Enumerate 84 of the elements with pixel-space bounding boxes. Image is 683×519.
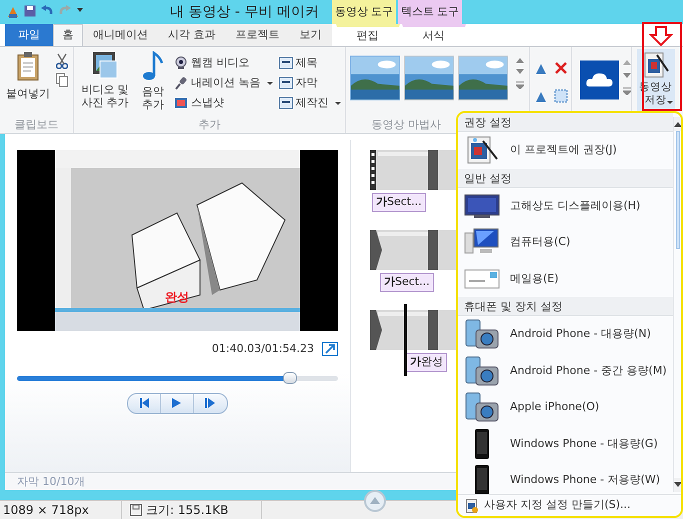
ribbon-button[interactable]: 자막 (278, 73, 340, 93)
previous-frame-icon (137, 397, 151, 409)
webcam-icon (174, 56, 188, 70)
menu-item[interactable]: 메일용(E) (458, 260, 673, 297)
ribbon-tab[interactable]: 프로젝트 (226, 24, 290, 46)
envelope-icon (464, 268, 500, 290)
scroll-down-button[interactable] (674, 478, 681, 492)
menu-section-header: 권장 설정 (458, 113, 673, 132)
snapshot-icon (174, 96, 188, 110)
subtitle-text: 완성 (165, 290, 189, 304)
phone-camera-icon (464, 318, 500, 350)
scroll-down-icon[interactable] (516, 69, 524, 75)
clip-caption[interactable]: 가완성 (406, 353, 447, 372)
file-tab[interactable]: 파일 (5, 24, 53, 46)
ribbon-button[interactable]: 내레이션 녹음 (174, 73, 272, 93)
clip-caption[interactable]: 가Sect... (372, 193, 426, 212)
menu-section-header: 일반 설정 (458, 168, 673, 188)
more-icon[interactable] (622, 87, 630, 95)
app-icon[interactable] (6, 5, 20, 19)
group-label: 클립보드 (14, 117, 58, 133)
scroll-thumb[interactable] (676, 131, 680, 249)
microphone-icon (174, 76, 188, 90)
scroll-up-icon (674, 121, 681, 127)
remove-icon[interactable] (554, 61, 568, 75)
menu-item[interactable]: Apple iPhone(O) (458, 389, 673, 426)
text-clip-icon (278, 77, 292, 89)
menu-item[interactable]: Windows Phone - 대용량(G) (458, 426, 673, 462)
phone-camera-icon (464, 391, 500, 424)
smartphone-icon (475, 465, 489, 496)
add-videos-photos-button[interactable]: 비디오 및 사진 추가 (78, 51, 132, 117)
ribbon-tab[interactable]: 홈 (53, 24, 83, 46)
ribbon-button[interactable]: 웹캠 비디오 (174, 53, 272, 73)
group-label: 동영상 마법사 (372, 117, 441, 133)
menu-item[interactable]: 컴퓨터용(C) (458, 224, 673, 260)
music-note-icon (142, 51, 164, 81)
scroll-down-icon[interactable] (622, 73, 630, 79)
ribbon-tab[interactable]: 보기 (290, 24, 332, 46)
menu-item[interactable]: Android Phone - 대용량(N) (458, 316, 673, 352)
menu-scrollbar[interactable] (672, 117, 681, 492)
fullscreen-icon[interactable] (322, 342, 338, 356)
next-frame-icon (204, 397, 218, 409)
menu-item[interactable]: 이 프로젝트에 권장(J) (458, 132, 673, 168)
scroll-up-button[interactable] (674, 117, 681, 131)
custom-settings-icon (466, 498, 478, 512)
smartphone-icon (475, 428, 489, 459)
ribbon-button[interactable]: 제작진 (278, 93, 340, 113)
scroll-down-icon (674, 482, 681, 488)
menu-item[interactable]: 고해상도 디스플레이용(H) (458, 188, 673, 224)
context-tab-header: 동영상 도구 (332, 0, 396, 24)
ribbon-button[interactable]: 제목 (278, 53, 340, 73)
menu-section-header: 휴대폰 및 장치 설정 (458, 297, 673, 316)
status-bar-text: 크기: 155.1KB (122, 501, 262, 519)
seek-thumb[interactable] (282, 372, 297, 384)
film-wand-icon (642, 51, 668, 79)
scissors-icon[interactable] (56, 53, 68, 69)
window-title: 내 동영상 - 무비 메이커 (170, 2, 320, 22)
status-bar-text: 1089 × 718px (0, 501, 122, 519)
scroll-up-icon[interactable] (622, 59, 630, 65)
cloud-tile-icon[interactable] (580, 59, 618, 101)
select-all-icon[interactable] (554, 89, 568, 103)
clipboard-icon (16, 51, 40, 81)
scroll-up-icon[interactable] (516, 57, 524, 63)
text-clip-icon (278, 97, 292, 109)
group-label: 추가 (198, 117, 220, 133)
display-icon (464, 192, 500, 219)
context-tab-header: 텍스트 도구 (398, 0, 462, 24)
save-icon[interactable] (24, 5, 36, 17)
copy-icon[interactable] (56, 73, 68, 87)
phone-camera-icon (464, 354, 500, 387)
clip-caption[interactable]: 가Sect... (380, 273, 434, 292)
customize-caret-icon[interactable] (76, 5, 84, 13)
undo-icon[interactable] (40, 5, 54, 17)
custom-settings-item[interactable]: 사용자 지정 설정 만들기(S)... (458, 494, 681, 516)
more-icon[interactable] (516, 81, 524, 89)
text-clip-icon (278, 57, 292, 69)
time-display: 01:40.03/01:54.23 (212, 341, 314, 357)
ribbon-button[interactable]: 스냅샷 (174, 93, 272, 113)
film-wand-icon (465, 135, 499, 166)
film-photo-icon (92, 51, 118, 79)
ribbon-tab[interactable]: 애니메이션 (83, 24, 158, 46)
add-music-button[interactable]: 음악 추가 (134, 51, 172, 117)
menu-item[interactable]: Android Phone - 중간 용량(M) (458, 352, 673, 389)
paste-button[interactable]: 붙여넣기 (4, 51, 52, 117)
ribbon-tab[interactable]: 시각 효과 (158, 24, 226, 46)
